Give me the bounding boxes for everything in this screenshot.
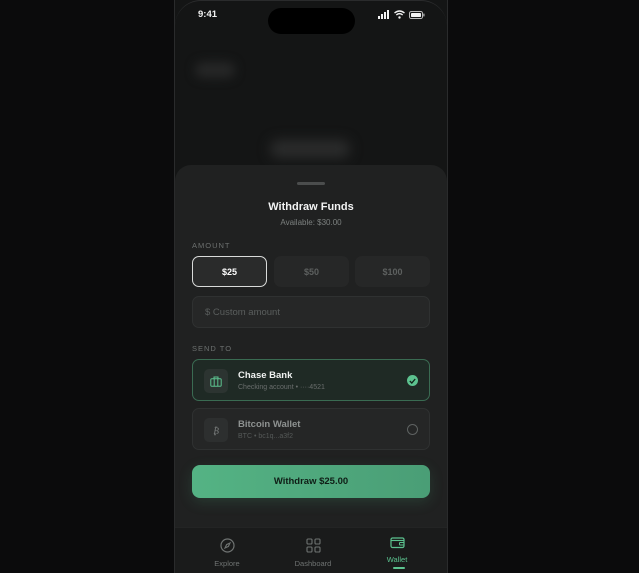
destination-chase-bank[interactable]: Chase Bank Checking account • ····4521 bbox=[192, 359, 430, 401]
tab-label: Explore bbox=[214, 559, 240, 568]
blurred-balance bbox=[270, 140, 350, 158]
destination-subtitle: Checking account • ····4521 bbox=[238, 384, 325, 391]
tab-explore[interactable]: Explore bbox=[187, 538, 267, 568]
dynamic-island bbox=[268, 8, 355, 34]
withdraw-button[interactable]: Withdraw $25.00 bbox=[192, 465, 430, 498]
destination-title: Chase Bank bbox=[238, 370, 293, 381]
radio-unselected-icon[interactable] bbox=[407, 424, 418, 435]
amount-option-50[interactable]: $50 bbox=[274, 256, 349, 287]
sheet-drag-handle[interactable] bbox=[297, 182, 325, 185]
amount-label: AMOUNT bbox=[192, 241, 231, 250]
withdraw-sheet: Withdraw Funds Available: $30.00 AMOUNT … bbox=[175, 165, 447, 527]
status-bar: 9:41 bbox=[175, 0, 447, 34]
tab-bar: Explore Dashboard Wallet bbox=[175, 527, 447, 573]
available-balance: Available: $30.00 bbox=[280, 218, 342, 227]
active-tab-indicator bbox=[393, 567, 405, 569]
phone-frame: 9:41 Withdraw Funds Available: $30.00 AM… bbox=[174, 0, 448, 573]
bitcoin-icon: ₿ bbox=[204, 418, 228, 442]
tab-label: Dashboard bbox=[294, 559, 332, 568]
amount-option-25[interactable]: $25 bbox=[192, 256, 267, 287]
tab-dashboard[interactable]: Dashboard bbox=[273, 538, 353, 568]
svg-text:₿: ₿ bbox=[213, 426, 219, 436]
compass-icon bbox=[219, 538, 235, 553]
send-to-label: SEND TO bbox=[192, 344, 233, 353]
radio-selected-icon[interactable] bbox=[407, 375, 418, 386]
blurred-header bbox=[195, 62, 235, 78]
amount-option-100[interactable]: $100 bbox=[355, 256, 430, 287]
tab-label: Wallet bbox=[386, 555, 408, 564]
status-time: 9:41 bbox=[198, 9, 218, 20]
destination-bitcoin-wallet[interactable]: ₿ Bitcoin Wallet BTC • bc1q...a3f2 bbox=[192, 408, 430, 450]
battery-icon bbox=[409, 10, 425, 19]
blurred-background-content bbox=[175, 40, 447, 170]
wallet-icon bbox=[389, 537, 405, 549]
sheet-title: Withdraw Funds bbox=[268, 201, 354, 213]
grid-icon bbox=[305, 538, 321, 553]
bank-icon bbox=[204, 369, 228, 393]
status-icons bbox=[378, 10, 425, 19]
custom-amount-input[interactable] bbox=[192, 296, 430, 328]
destination-subtitle: BTC • bc1q...a3f2 bbox=[238, 433, 293, 440]
destination-title: Bitcoin Wallet bbox=[238, 419, 301, 430]
tab-wallet[interactable]: Wallet bbox=[357, 536, 437, 564]
signal-icon bbox=[378, 10, 389, 19]
wifi-icon bbox=[394, 10, 405, 19]
